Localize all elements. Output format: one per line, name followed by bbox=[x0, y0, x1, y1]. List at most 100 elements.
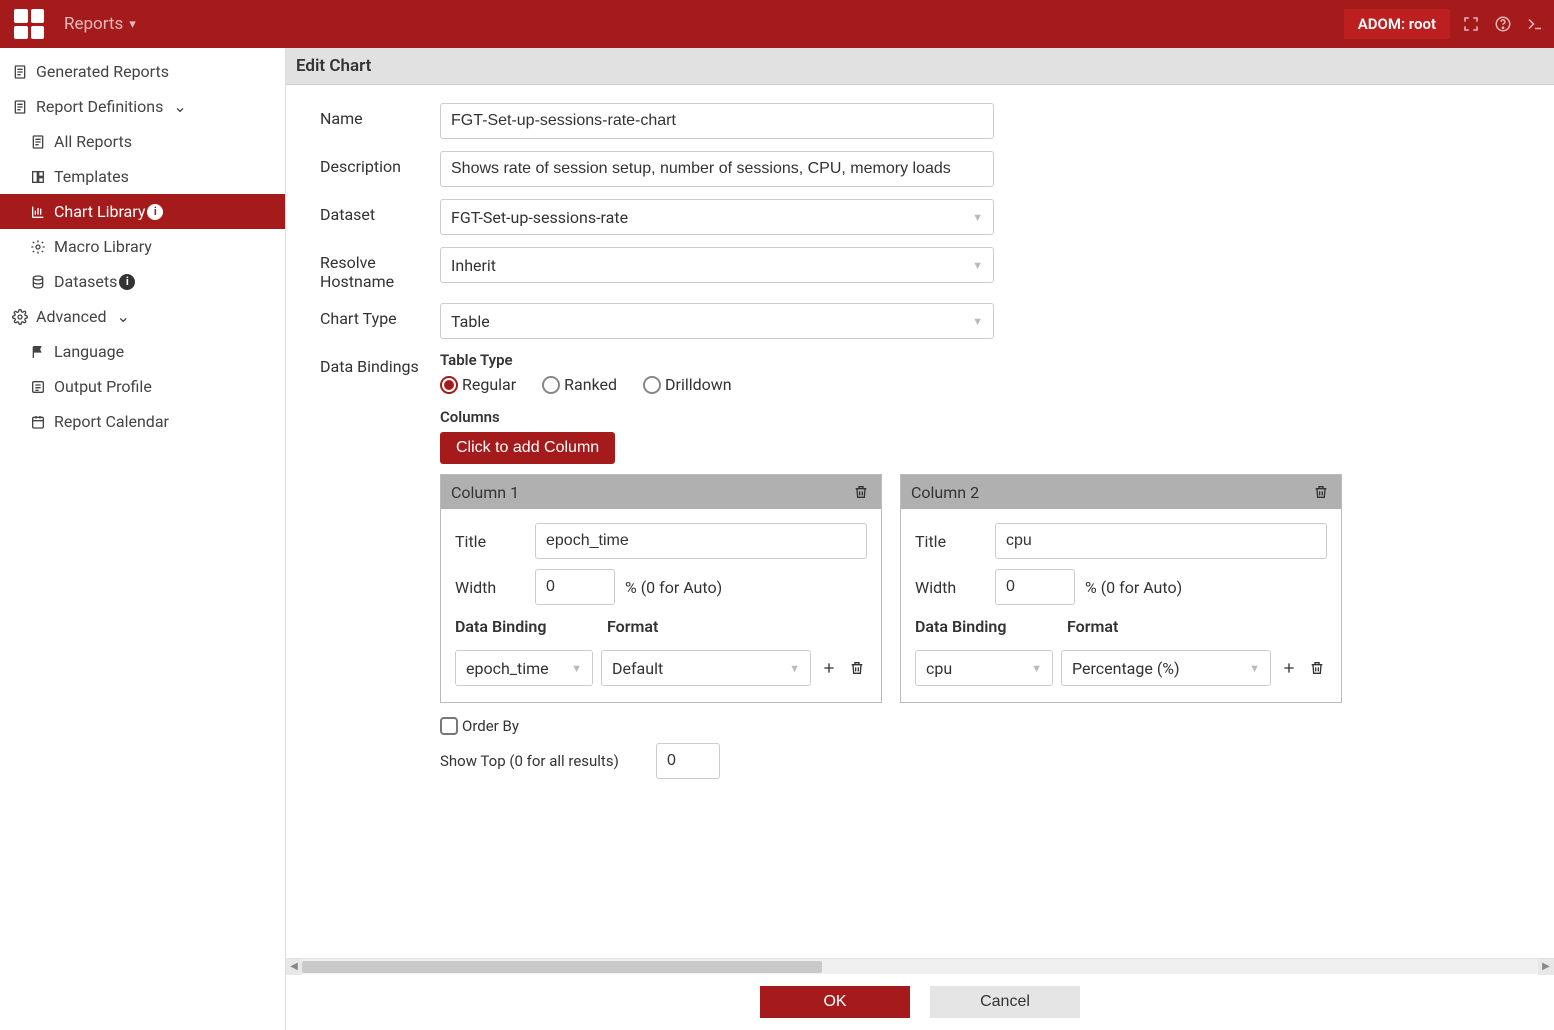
subnav-label: Datasets bbox=[54, 272, 117, 291]
chevron-down-icon: ▼ bbox=[1249, 662, 1260, 675]
ok-button[interactable]: OK bbox=[760, 986, 910, 1018]
columns-label: Columns bbox=[440, 408, 1544, 426]
subnav-chart-library[interactable]: Chart Library i bbox=[0, 194, 285, 229]
dataset-value: FGT-Set-up-sessions-rate bbox=[451, 208, 628, 227]
scroll-left-icon[interactable]: ◀ bbox=[286, 959, 302, 975]
chart-type-select[interactable]: Table ▼ bbox=[440, 303, 994, 339]
radio-drilldown[interactable]: Drilldown bbox=[643, 375, 732, 394]
subnav-label: All Reports bbox=[54, 132, 132, 151]
col-width-input[interactable] bbox=[995, 569, 1075, 605]
description-input[interactable] bbox=[440, 151, 994, 187]
col-databinding-select[interactable]: cpu ▼ bbox=[915, 650, 1053, 686]
breadcrumb[interactable]: Reports ▾ bbox=[64, 14, 136, 34]
chevron-down-icon: ▾ bbox=[129, 17, 136, 32]
help-icon[interactable] bbox=[1494, 15, 1512, 33]
subnav-output-profile[interactable]: Output Profile bbox=[0, 369, 285, 404]
add-binding-icon[interactable] bbox=[819, 658, 839, 678]
add-binding-icon[interactable] bbox=[1279, 658, 1299, 678]
subnav-label: Output Profile bbox=[54, 377, 152, 396]
template-icon bbox=[28, 169, 48, 185]
scroll-right-icon[interactable]: ▶ bbox=[1538, 959, 1554, 975]
subnav-macro-library[interactable]: Macro Library bbox=[0, 229, 285, 264]
chevron-down-icon: ▼ bbox=[972, 259, 983, 272]
subnav-language[interactable]: Language bbox=[0, 334, 285, 369]
db-head-databinding: Data Binding bbox=[915, 617, 1067, 636]
main-panel: Edit Chart Name Description Dataset FGT-… bbox=[286, 48, 1554, 1030]
fullscreen-icon[interactable] bbox=[1462, 15, 1480, 33]
chevron-down-icon: ▼ bbox=[972, 211, 983, 224]
breadcrumb-label: Reports bbox=[64, 14, 123, 34]
dataset-select[interactable]: FGT-Set-up-sessions-rate ▼ bbox=[440, 199, 994, 235]
order-by-label: Order By bbox=[462, 717, 519, 735]
col-databinding-select[interactable]: epoch_time ▼ bbox=[455, 650, 593, 686]
radio-regular[interactable]: Regular bbox=[440, 375, 516, 394]
name-input[interactable] bbox=[440, 103, 994, 139]
chevron-down-icon: ▼ bbox=[571, 662, 582, 675]
delete-column-icon[interactable] bbox=[851, 482, 871, 502]
col-width-hint: % (0 for Auto) bbox=[1085, 578, 1182, 597]
col-title-input[interactable] bbox=[535, 523, 867, 559]
info-icon: i bbox=[147, 204, 163, 220]
column-head-label: Column 2 bbox=[911, 483, 979, 502]
delete-binding-icon[interactable] bbox=[847, 658, 867, 678]
panel-title: Edit Chart bbox=[286, 48, 1554, 85]
database-icon bbox=[28, 274, 48, 290]
order-by-checkbox[interactable]: Order By bbox=[440, 717, 1544, 735]
col-width-label: Width bbox=[455, 578, 535, 597]
col-format-select[interactable]: Percentage (%) ▼ bbox=[1061, 650, 1271, 686]
add-column-button[interactable]: Click to add Column bbox=[440, 432, 615, 464]
nav-generated-reports[interactable]: Generated Reports bbox=[0, 54, 285, 89]
subnav-datasets[interactable]: Datasets i bbox=[0, 264, 285, 299]
column-card-2: Column 2 Title bbox=[900, 474, 1342, 703]
nav-advanced[interactable]: Advanced ⌄ bbox=[0, 299, 285, 334]
db-head-databinding: Data Binding bbox=[455, 617, 607, 636]
dataset-label: Dataset bbox=[320, 199, 440, 224]
report-icon bbox=[10, 99, 30, 115]
resolve-select[interactable]: Inherit ▼ bbox=[440, 247, 994, 283]
chart-type-label: Chart Type bbox=[320, 303, 440, 328]
form-area: Name Description Dataset FGT-Set-up-sess… bbox=[286, 85, 1554, 958]
gear-icon bbox=[28, 239, 48, 255]
chevron-down-icon: ▼ bbox=[972, 315, 983, 328]
subnav-templates[interactable]: Templates bbox=[0, 159, 285, 194]
cli-icon[interactable] bbox=[1526, 15, 1544, 33]
col-format-select[interactable]: Default ▼ bbox=[601, 650, 811, 686]
delete-column-icon[interactable] bbox=[1311, 482, 1331, 502]
resolve-label: Resolve Hostname bbox=[320, 247, 440, 291]
calendar-icon bbox=[28, 414, 48, 430]
adom-selector[interactable]: ADOM: root bbox=[1344, 9, 1450, 39]
gear-icon bbox=[10, 309, 30, 325]
col-title-input[interactable] bbox=[995, 523, 1327, 559]
col-width-label: Width bbox=[915, 578, 995, 597]
table-type-label: Table Type bbox=[440, 351, 1544, 369]
nav-label: Report Definitions bbox=[36, 97, 163, 116]
chevron-down-icon: ▼ bbox=[789, 662, 800, 675]
radio-ranked[interactable]: Ranked bbox=[542, 375, 617, 394]
subnav-label: Templates bbox=[54, 167, 129, 186]
col-width-input[interactable] bbox=[535, 569, 615, 605]
delete-binding-icon[interactable] bbox=[1307, 658, 1327, 678]
show-top-label: Show Top (0 for all results) bbox=[440, 752, 636, 770]
subnav-all-reports[interactable]: All Reports bbox=[0, 124, 285, 159]
cancel-button[interactable]: Cancel bbox=[930, 986, 1080, 1018]
subnav-label: Language bbox=[54, 342, 124, 361]
chevron-down-icon: ▼ bbox=[1031, 662, 1042, 675]
data-bindings-label: Data Bindings bbox=[320, 351, 440, 376]
column-card-1: Column 1 Title bbox=[440, 474, 882, 703]
chevron-down-icon: ⌄ bbox=[173, 97, 186, 116]
db-head-format: Format bbox=[1067, 617, 1118, 636]
info-icon: i bbox=[119, 274, 135, 290]
col-title-label: Title bbox=[455, 532, 535, 551]
nav-report-definitions[interactable]: Report Definitions ⌄ bbox=[0, 89, 285, 124]
show-top-input[interactable] bbox=[656, 743, 720, 779]
sidebar: Generated Reports Report Definitions ⌄ A… bbox=[0, 48, 286, 1030]
col-width-hint: % (0 for Auto) bbox=[625, 578, 722, 597]
horizontal-scrollbar[interactable]: ◀ ▶ bbox=[286, 958, 1554, 974]
subnav-report-calendar[interactable]: Report Calendar bbox=[0, 404, 285, 439]
col-title-label: Title bbox=[915, 532, 995, 551]
db-head-format: Format bbox=[607, 617, 658, 636]
nav-label: Generated Reports bbox=[36, 62, 169, 81]
footer: OK Cancel bbox=[286, 974, 1554, 1030]
flag-icon bbox=[28, 344, 48, 360]
report-icon bbox=[10, 64, 30, 80]
